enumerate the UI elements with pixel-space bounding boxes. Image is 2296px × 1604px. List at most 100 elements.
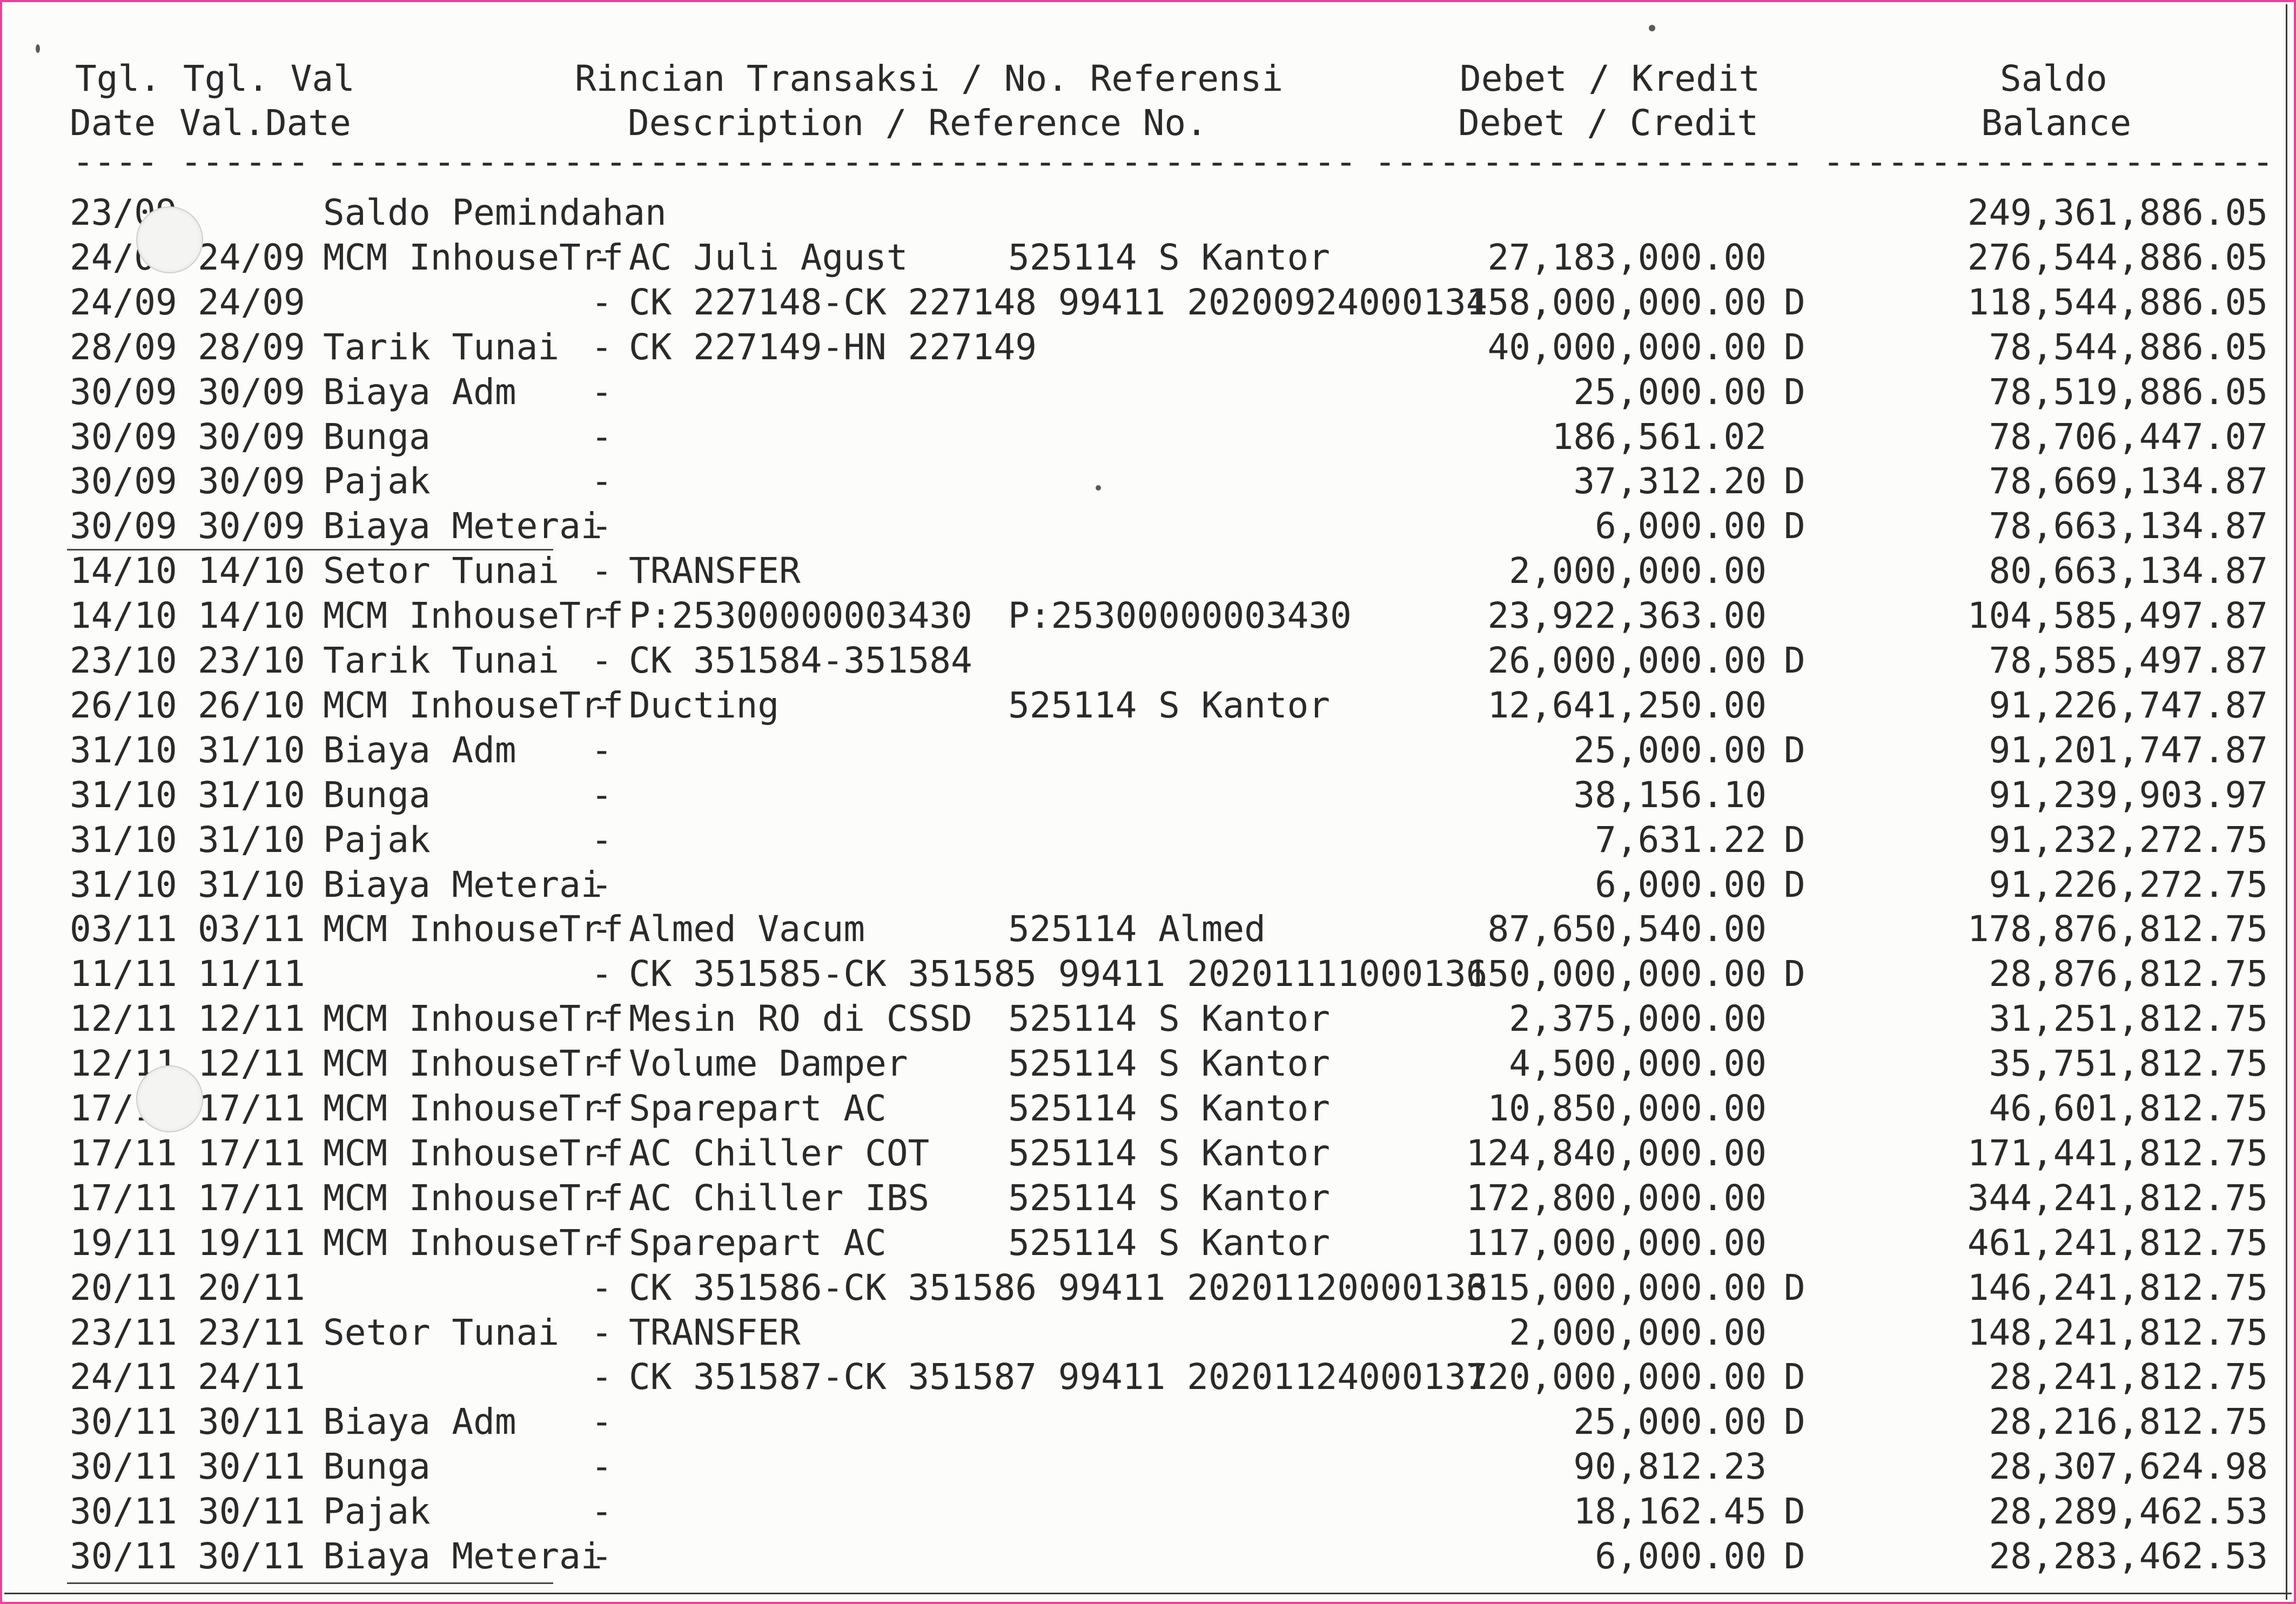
row-amount: 315,000,000.00 (1466, 1267, 1767, 1308)
row-date: 24/11 (70, 1356, 177, 1398)
row-balance: 146,241,812.75 (1967, 1267, 2268, 1308)
table-row: 20/11 20/11 - CK 351586-CK 351586 99411 202… (2, 1265, 2296, 1310)
header-rule: --------------------------- (1823, 151, 2277, 173)
row-debit-flag: D (1784, 729, 1805, 771)
row-reference: 525114 S Kantor (1008, 1132, 1331, 1174)
row-separator: - (591, 1535, 613, 1577)
row-type: Biaya Meterai (323, 1535, 602, 1577)
row-separator: - (591, 550, 613, 592)
row-amount: 26,000,000.00 (1487, 640, 1767, 681)
row-balance: 461,241,812.75 (1967, 1222, 2268, 1264)
row-date: 30/11 (70, 1446, 177, 1487)
row-type: Bunga (323, 774, 431, 816)
row-date: 31/10 (70, 729, 177, 771)
row-date: 30/09 (70, 460, 177, 502)
row-separator: - (591, 1401, 613, 1442)
row-amount: 2,000,000.00 (1509, 550, 1767, 592)
row-date: 31/10 (70, 774, 177, 816)
row-date: 30/09 (70, 416, 177, 458)
row-description: CK 227149-HN 227149 (629, 326, 1037, 368)
scan-speck (1649, 25, 1655, 31)
row-amount: 25,000.00 (1573, 1401, 1767, 1442)
row-separator: - (591, 864, 613, 905)
row-separator: - (591, 281, 613, 323)
row-val-date: 17/11 (198, 1132, 305, 1174)
row-type: Biaya Meterai (323, 505, 602, 547)
row-balance: 78,669,134.87 (1989, 460, 2268, 502)
row-balance: 104,585,497.87 (1967, 595, 2268, 636)
row-separator: - (591, 416, 613, 458)
row-debit-flag: D (1784, 1535, 1805, 1577)
row-reference: 525114 S Kantor (1008, 998, 1331, 1039)
row-val-date: 31/10 (198, 819, 305, 861)
row-description: Sparepart AC (629, 1088, 887, 1129)
row-date: 19/11 (70, 1222, 177, 1264)
row-balance: 78,544,886.05 (1989, 326, 2268, 368)
table-row: 30/09 30/09 Pajak - 37,312.20 D 78,669,134.87 (2, 459, 2296, 504)
row-debit-flag: D (1784, 460, 1805, 502)
row-val-date: 30/11 (198, 1446, 305, 1487)
row-separator: - (591, 237, 613, 278)
row-balance: 91,239,903.97 (1989, 774, 2268, 816)
row-type: MCM InhouseTrf (323, 908, 624, 950)
row-type: MCM InhouseTrf (323, 684, 624, 726)
row-val-date: 30/11 (198, 1401, 305, 1442)
row-amount: 186,561.02 (1552, 416, 1767, 458)
row-type: MCM InhouseTrf (323, 1043, 624, 1084)
punch-hole (136, 206, 203, 273)
row-balance: 28,876,812.75 (1989, 953, 2268, 995)
row-type: Biaya Meterai (323, 864, 602, 905)
table-row: 12/11 12/11 MCM InhouseTrf - Volume Damper 52… (2, 1041, 2296, 1086)
table-row: 23/10 23/10 Tarik Tunai - CK 351584-351584 26… (2, 638, 2296, 683)
row-date: 14/10 (70, 595, 177, 636)
header-val-en: Val.Date (179, 102, 351, 144)
row-date: 23/11 (70, 1312, 177, 1353)
table-row: 17/11 17/11 MCM InhouseTrf - AC Chiller IBS 5… (2, 1176, 2296, 1220)
row-balance: 28,307,624.98 (1989, 1446, 2268, 1487)
row-val-date: 19/11 (198, 1222, 305, 1264)
row-reference: 525114 S Kantor (1008, 1222, 1331, 1264)
row-date: 30/11 (70, 1535, 177, 1577)
row-val-date: 17/11 (198, 1177, 305, 1219)
row-balance: 91,226,272.75 (1989, 864, 2268, 905)
row-date: 30/09 (70, 505, 177, 547)
row-amount: 172,800,000.00 (1466, 1177, 1767, 1219)
row-val-date: 17/11 (198, 1088, 305, 1129)
row-date: 11/11 (70, 953, 177, 995)
row-separator: - (591, 505, 613, 547)
row-separator: - (591, 684, 613, 726)
table-row: 11/11 11/11 - CK 351585-CK 351585 99411 202… (2, 951, 2296, 996)
row-amount: 117,000,000.00 (1466, 1222, 1767, 1264)
row-val-date: 24/11 (198, 1356, 305, 1398)
row-separator: - (591, 1356, 613, 1398)
row-amount: 40,000,000.00 (1487, 326, 1767, 368)
scan-speck (1096, 485, 1101, 491)
row-val-date: 30/09 (198, 460, 305, 502)
row-amount: 150,000,000.00 (1466, 953, 1767, 995)
row-separator: - (591, 460, 613, 502)
row-separator: - (591, 640, 613, 681)
row-balance: 276,544,886.05 (1967, 237, 2268, 278)
header-desc-id: Rincian Transaksi / No. Referensi (575, 58, 1284, 99)
row-type: Setor Tunai (323, 550, 560, 592)
row-type: Biaya Adm (323, 1401, 516, 1442)
row-val-date: 31/10 (198, 774, 305, 816)
row-separator: - (591, 326, 613, 368)
row-reference: 525114 S Kantor (1008, 684, 1331, 726)
row-amount: 37,312.20 (1573, 460, 1767, 502)
row-date: 24/09 (70, 281, 177, 323)
table-row: 26/10 26/10 MCM InhouseTrf - Ducting 525114 S… (2, 683, 2296, 728)
row-separator: - (591, 371, 613, 413)
bank-statement-page: Tgl. Date Tgl. Val Val.Date Rincian Tran… (0, 0, 2296, 1604)
row-val-date: 30/11 (198, 1535, 305, 1577)
row-val-date: 24/09 (198, 281, 305, 323)
row-val-date: 28/09 (198, 326, 305, 368)
row-balance: 78,706,447.07 (1989, 416, 2268, 458)
header-date-en: Date (70, 102, 156, 144)
table-row: 31/10 31/10 Biaya Meterai - 6,000.00 D 91,226,… (2, 862, 2296, 907)
row-type: Saldo Pemindahan (323, 192, 667, 233)
row-amount: 6,000.00 (1595, 1535, 1767, 1577)
header-balance-id: Saldo (2000, 58, 2107, 99)
row-amount: 25,000.00 (1573, 729, 1767, 771)
row-balance: 78,663,134.87 (1989, 505, 2268, 547)
